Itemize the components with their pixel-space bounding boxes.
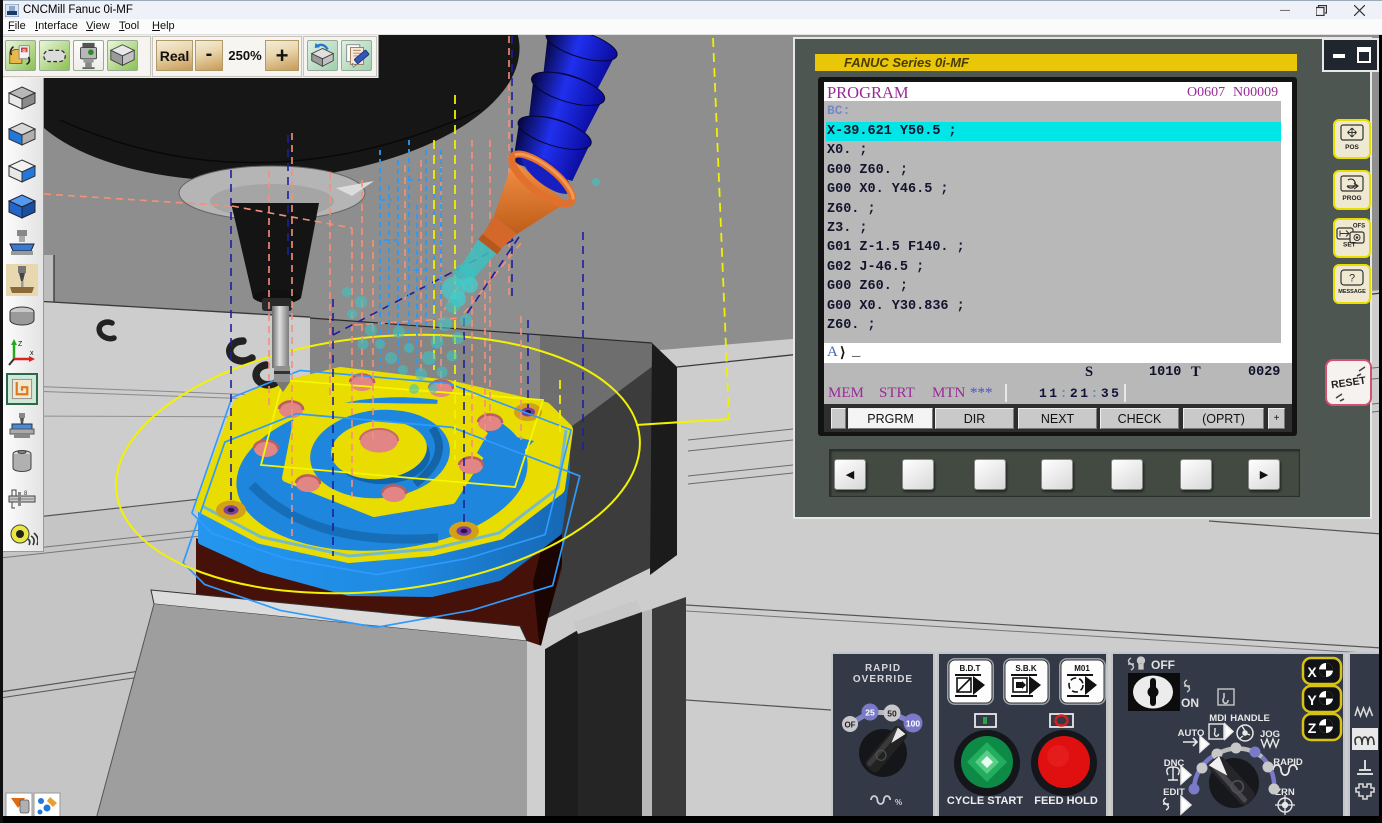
svg-text:RAPID: RAPID (1273, 757, 1303, 768)
svg-text:FEED HOLD: FEED HOLD (1034, 795, 1098, 807)
svg-text:x: x (30, 350, 34, 357)
svg-text:SET: SET (1343, 242, 1356, 248)
svg-text:Z: Z (1308, 720, 1317, 736)
svg-text:HANDLE: HANDLE (1230, 713, 1270, 724)
svg-text:OFF: OFF (1151, 658, 1175, 672)
svg-text:B.D.T: B.D.T (960, 664, 981, 673)
svg-text:OF: OF (844, 721, 855, 730)
svg-text:M01: M01 (1074, 664, 1090, 673)
svg-text:JOG: JOG (1260, 729, 1280, 740)
svg-text:G: G (22, 48, 26, 53)
svg-text:%: % (895, 798, 902, 807)
svg-text:25: 25 (865, 708, 875, 718)
svg-text:50: 50 (887, 709, 897, 719)
svg-text:ON: ON (1181, 696, 1199, 710)
svg-text:S.B.K: S.B.K (1015, 664, 1037, 673)
svg-text:?: ? (1349, 273, 1355, 285)
svg-text:CYCLE START: CYCLE START (947, 795, 1023, 807)
svg-text:Z: Z (18, 341, 23, 348)
svg-text:MDI: MDI (1209, 713, 1226, 724)
svg-text:OFS: OFS (1353, 224, 1365, 230)
svg-text:100: 100 (906, 719, 920, 729)
svg-text:X: X (1307, 664, 1317, 680)
svg-text:Y: Y (1307, 692, 1317, 708)
